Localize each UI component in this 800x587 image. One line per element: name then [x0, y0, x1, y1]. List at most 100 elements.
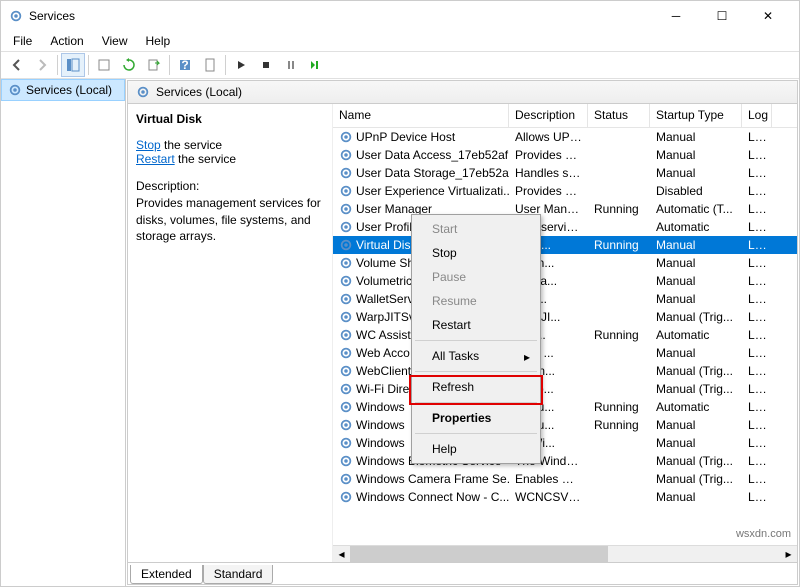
table-row[interactable]: UPnP Device HostAllows UPn...ManualLoc — [333, 128, 797, 146]
service-name: UPnP Device Host — [356, 130, 455, 144]
service-startup: Disabled — [650, 183, 742, 199]
table-row[interactable]: WC Assistare ...RunningAutomaticLoc — [333, 326, 797, 344]
table-row[interactable]: WalletServbjec...ManualLoc — [333, 290, 797, 308]
tab-standard[interactable]: Standard — [203, 565, 274, 584]
table-row[interactable]: Windows Camera Frame Se...Enables mul...… — [333, 470, 797, 488]
tree-node-services-local[interactable]: Services (Local) — [1, 79, 125, 101]
service-startup: Manual — [650, 129, 742, 145]
delete-button[interactable] — [92, 53, 116, 77]
col-startup[interactable]: Startup Type — [650, 104, 742, 127]
service-logon: Loc — [742, 417, 772, 433]
restart-service-button[interactable] — [304, 53, 328, 77]
service-status — [588, 460, 650, 462]
table-row[interactable]: Volumetricspatia...ManualLoc — [333, 272, 797, 290]
service-logon: Loc — [742, 237, 772, 253]
table-row[interactable]: User ManagerUser Manag...RunningAutomati… — [333, 200, 797, 218]
scroll-right-icon[interactable]: ▸ — [780, 546, 797, 562]
watermark: wsxdn.com — [736, 528, 791, 540]
gear-icon — [339, 130, 353, 144]
table-row[interactable]: Windows Connect Now - C...WCNCSVC ...Man… — [333, 488, 797, 506]
ctx-restart[interactable]: Restart — [414, 313, 538, 337]
help-button[interactable]: ? — [173, 53, 197, 77]
table-row[interactable]: WebClients Win...Manual (Trig...Loc — [333, 362, 797, 380]
table-row[interactable]: User Data Access_17eb52afProvides ap...M… — [333, 146, 797, 164]
table-row[interactable]: Virtual Dises m...RunningManualLoc — [333, 236, 797, 254]
table-row[interactable]: WarpJITSves a JI...Manual (Trig...Loc — [333, 308, 797, 326]
start-service-button[interactable] — [229, 53, 253, 77]
ctx-all-tasks[interactable]: All Tasks▸ — [414, 344, 538, 368]
scroll-thumb[interactable] — [350, 546, 608, 562]
service-status — [588, 136, 650, 138]
rows-container: UPnP Device HostAllows UPn...ManualLocUs… — [333, 128, 797, 545]
service-name: Windows — [356, 436, 405, 450]
close-button[interactable]: ✕ — [745, 1, 791, 31]
stop-link[interactable]: Stop — [136, 138, 161, 152]
service-startup: Manual — [650, 147, 742, 163]
service-name: WebClient — [356, 364, 411, 378]
service-logon: Loc — [742, 345, 772, 361]
table-row[interactable]: Windowses au...RunningAutomaticLoc — [333, 398, 797, 416]
gear-icon — [339, 220, 353, 234]
ctx-properties[interactable]: Properties — [414, 406, 538, 430]
refresh-button[interactable] — [117, 53, 141, 77]
ctx-stop[interactable]: Stop — [414, 241, 538, 265]
service-startup: Automatic — [650, 327, 742, 343]
service-startup: Manual (Trig... — [650, 381, 742, 397]
table-row[interactable]: Wi-Fi Direes co...Manual (Trig...Loc — [333, 380, 797, 398]
minimize-button[interactable]: ─ — [653, 1, 699, 31]
table-row[interactable]: User Data Storage_17eb52afHandles sto...… — [333, 164, 797, 182]
service-logon: Loc — [742, 255, 772, 271]
stop-service-button[interactable] — [254, 53, 278, 77]
forward-button[interactable] — [30, 53, 54, 77]
table-row[interactable]: Windowses Wi...ManualLoc — [333, 434, 797, 452]
properties-button[interactable] — [198, 53, 222, 77]
svg-text:?: ? — [181, 58, 188, 72]
service-startup: Manual — [650, 291, 742, 307]
gear-icon — [339, 472, 353, 486]
service-logon: Loc — [742, 273, 772, 289]
service-name: WarpJITSv — [356, 310, 415, 324]
service-status — [588, 280, 650, 282]
menu-view[interactable]: View — [94, 32, 136, 50]
table-row[interactable]: Windowses au...RunningManualLoc — [333, 416, 797, 434]
service-startup: Manual — [650, 417, 742, 433]
ctx-refresh[interactable]: Refresh — [414, 375, 538, 399]
table-row[interactable]: Windows Biometric ServiceThe Windo...Man… — [333, 452, 797, 470]
service-status — [588, 442, 650, 444]
tab-extended[interactable]: Extended — [130, 565, 203, 584]
maximize-button[interactable]: ☐ — [699, 1, 745, 31]
menu-action[interactable]: Action — [42, 32, 91, 50]
col-desc[interactable]: Description — [509, 104, 588, 127]
show-tree-button[interactable] — [61, 53, 85, 77]
col-status[interactable]: Status — [588, 104, 650, 127]
export-button[interactable] — [142, 53, 166, 77]
service-startup: Manual (Trig... — [650, 471, 742, 487]
pause-service-button[interactable] — [279, 53, 303, 77]
service-name: WalletServ — [356, 292, 414, 306]
service-startup: Automatic — [650, 219, 742, 235]
gear-icon — [339, 166, 353, 180]
menu-file[interactable]: File — [5, 32, 40, 50]
back-button[interactable] — [5, 53, 29, 77]
table-row[interactable]: User Experience Virtualizati...Provides … — [333, 182, 797, 200]
ctx-help[interactable]: Help — [414, 437, 538, 461]
service-logon: Loc — [742, 219, 772, 235]
service-status — [588, 370, 650, 372]
table-row[interactable]: User Profile ServiceThis service ...Auto… — [333, 218, 797, 236]
service-logon: Loc — [742, 489, 772, 505]
restart-link[interactable]: Restart — [136, 152, 175, 166]
gear-icon — [339, 400, 353, 414]
gear-icon — [339, 364, 353, 378]
service-name: Wi-Fi Dire — [356, 382, 409, 396]
window-title: Services — [29, 9, 653, 23]
scroll-left-icon[interactable]: ◂ — [333, 546, 350, 562]
gear-icon — [339, 382, 353, 396]
selected-service-name: Virtual Disk — [136, 112, 324, 126]
col-logon[interactable]: Log — [742, 104, 772, 127]
service-status — [588, 172, 650, 174]
menu-help[interactable]: Help — [138, 32, 179, 50]
col-name[interactable]: Name — [333, 104, 509, 127]
table-row[interactable]: Web Accorvice ...ManualLoc — [333, 344, 797, 362]
table-row[interactable]: Volume Shes an...ManualLoc — [333, 254, 797, 272]
horizontal-scrollbar[interactable]: ◂ ▸ — [333, 545, 797, 562]
